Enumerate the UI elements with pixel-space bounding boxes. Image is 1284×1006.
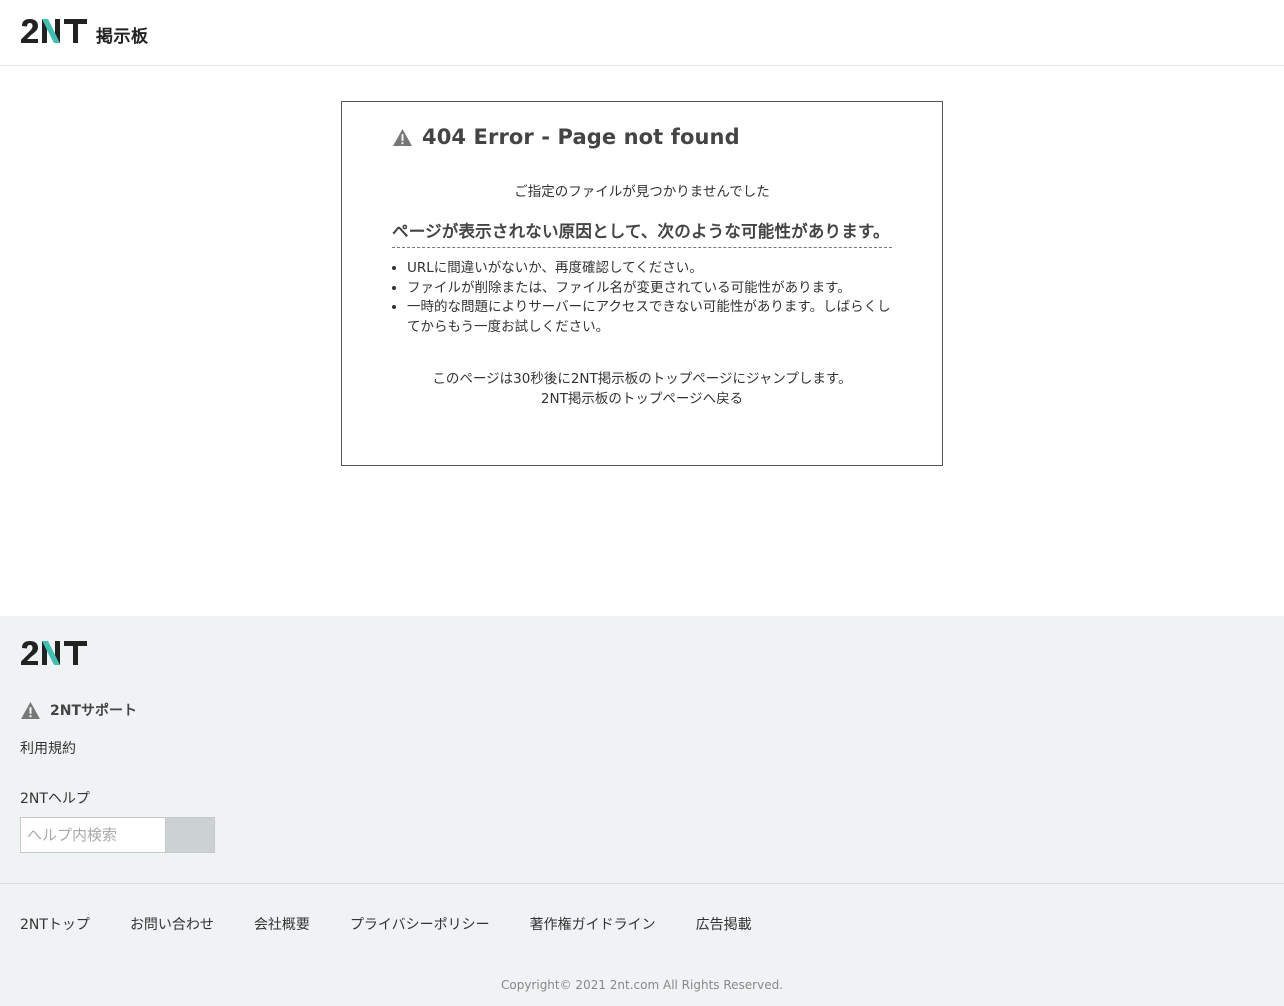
error-title: 404 Error - Page not found [422,125,740,149]
redirect-note: このページは30秒後に2NT掲示板のトップページにジャンプします。 2NT掲示板… [392,369,892,409]
cause-item: 一時的な問題によりサーバーにアクセスできない可能性があります。しばらくしてからも… [407,298,892,337]
footer-nav-company[interactable]: 会社概要 [254,914,310,934]
logo-2nt-mark [21,19,87,43]
error-box: 404 Error - Page not found ご指定のファイルが見つかり… [341,101,943,466]
support-heading: 2NTサポート [20,700,137,720]
warning-icon [21,701,40,719]
help-search-form [20,817,215,853]
logo-2nt-mark [21,641,87,665]
cause-item: ファイルが削除または、ファイル名が変更されている可能性があります。 [407,279,892,299]
footer-logo[interactable] [20,640,88,670]
terms-link[interactable]: 利用規約 [20,738,76,758]
cause-item: URLに間違いがないか、再度確認してください。 [407,259,892,279]
back-to-top-link[interactable]: 2NT掲示板のトップページへ戻る [392,389,892,409]
help-search-input[interactable] [20,817,165,853]
footer-nav-privacy[interactable]: プライバシーポリシー [350,914,490,934]
copyright: Copyright© 2021 2nt.com All Rights Reser… [500,978,784,992]
help-search-button[interactable] [165,817,215,853]
causes-list: URLに間違いがないか、再度確認してください。 ファイルが削除または、ファイル名… [392,259,892,337]
footer-nav: 2NTトップ お問い合わせ 会社概要 プライバシーポリシー 著作権ガイドライン … [20,914,792,934]
error-title-row: 404 Error - Page not found [392,122,892,152]
footer-divider [0,883,1284,884]
footer-nav-top[interactable]: 2NTトップ [20,914,90,934]
not-found-message: ご指定のファイルが見つかりませんでした [514,184,770,200]
footer-nav-copyright-guideline[interactable]: 著作権ガイドライン [530,914,656,934]
logo-subtitle: 掲示板 [96,27,149,47]
site-footer: 2NTサポート 利用規約 2NTヘルプ 2NTトップ お問い合わせ 会社概要 プ… [0,616,1284,1006]
warning-icon [393,128,412,146]
support-heading-label: 2NTサポート [50,703,138,719]
footer-nav-contact[interactable]: お問い合わせ [130,914,214,934]
causes-heading: ページが表示されない原因として、次のような可能性があります。 [392,220,892,248]
help-label: 2NTヘルプ [20,791,90,807]
site-logo[interactable]: 掲示板 [20,18,149,47]
footer-nav-advertising[interactable]: 広告掲載 [696,914,752,934]
site-header: 掲示板 [0,0,1284,66]
redirect-text: このページは30秒後に2NT掲示板のトップページにジャンプします。 [432,371,852,387]
